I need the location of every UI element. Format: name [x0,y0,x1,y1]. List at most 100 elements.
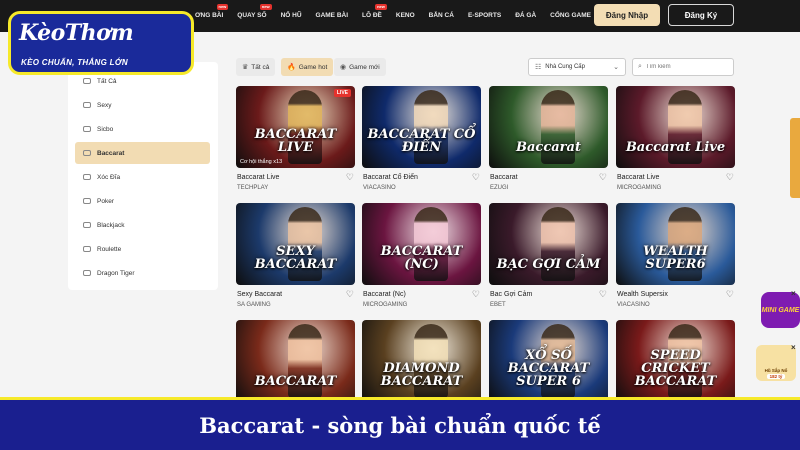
promo-side-tab[interactable] [790,118,800,198]
game-name: Baccarat Live [617,174,660,181]
game-art-title: DIAMOND BACCARAT [380,361,463,389]
sidebar-item-label: Blackjack [97,221,125,229]
game-name: Wealth Supersix [617,291,668,298]
game-thumbnail[interactable]: Baccarat [489,86,608,168]
game-art-title: WEALTH SUPER6 [643,244,708,272]
game-card[interactable]: Baccarat Baccarat EZUGI ♡ [489,86,608,191]
close-icon[interactable]: × [791,289,796,298]
sidebar-item-label: Sicbo [97,125,114,133]
chevron-down-icon: ⌄ [613,64,619,71]
register-button[interactable]: Đăng Ký [668,4,734,26]
game-art-title: SEXY BACCARAT [254,244,337,272]
game-card[interactable]: SEXY BACCARAT Sexy Baccarat SA GAMING ♡ [236,203,355,308]
game-provider: MICROGAMING [617,185,662,191]
game-thumbnail[interactable]: BẠC GỢI CẢM [489,203,608,285]
nav-item-label: NỔ HŨ [280,12,302,19]
nav-item[interactable]: GAME BÀI [309,0,356,32]
sidebar-item-label: Dragon Tiger [97,269,135,277]
nav-item[interactable]: BẮN CÁ [422,0,461,32]
nav-item[interactable]: ƠNG BÀI new [188,0,230,32]
main-nav: ƠNG BÀI new QUAY SỐ new NỔ HŨ GAME BÀI LÔ ĐỀ ne… [188,0,653,32]
game-card[interactable]: Baccarat Live Baccarat Live MICROGAMING ♡ [616,86,735,191]
banner-text: Baccarat - sòng bài chuẩn quốc tế [199,412,601,438]
sidebar-item[interactable]: Roulette [75,238,210,260]
game-card[interactable]: XỔ SỐ BACCARAT SUPER 6 [489,320,608,402]
filter-chip[interactable]: ♛ Tất cả [236,58,276,76]
sidebar-item[interactable]: Dragon Tiger [75,262,210,284]
new-icon: ◉ [340,64,347,71]
nav-item[interactable]: CỔNG GAME [543,0,598,32]
sidebar-item[interactable]: Poker [75,190,210,212]
game-thumbnail[interactable]: SEXY BACCARAT [236,203,355,285]
favorite-heart-icon[interactable]: ♡ [599,172,607,183]
game-thumbnail[interactable]: Baccarat Live [616,86,735,168]
sidebar-item[interactable]: Xóc Đĩa [75,166,210,188]
new-badge: new [259,4,272,10]
sidebar-item[interactable]: Sicbo [75,118,210,140]
game-card[interactable]: BACCARAT LIVE LIVE Cơ hội thắng x13 Baccara… [236,86,355,191]
game-provider: EZUGI [490,185,509,191]
game-thumbnail[interactable]: BACCARAT CỔ ĐIỂN [362,86,481,168]
favorite-heart-icon[interactable]: ♡ [472,289,480,300]
game-name: Baccarat (Nc) [363,291,406,298]
login-button[interactable]: Đăng Nhập [594,4,660,26]
game-card[interactable]: BACCARAT (NC) Baccarat (Nc) MICROGAMING ♡ [362,203,481,308]
sidebar-item-label: Baccarat [97,149,125,157]
game-card[interactable]: SPEED CRICKET BACCARAT [616,320,735,402]
filter-chip[interactable]: 🔥 Game hot [281,58,334,76]
game-card[interactable]: BACCARAT CỔ ĐIỂN Baccarat Cổ Điển VIACASIN… [362,86,481,191]
search-input[interactable] [645,64,726,70]
nav-item[interactable]: E-SPORTS [461,0,508,32]
logo-tagline: KÈO CHUẨN, THẮNG LỚN [21,58,128,67]
game-card[interactable]: DIAMOND BACCARAT [362,320,481,402]
favorite-heart-icon[interactable]: ♡ [472,172,480,183]
game-card[interactable]: BACCARAT [236,320,355,402]
fire-icon: 🔥 [287,64,296,71]
game-card[interactable]: BẠC GỢI CẢM Bac Gợi Cảm EBET ♡ [489,203,608,308]
nav-item[interactable]: NỔ HŨ [274,0,309,32]
game-thumbnail[interactable]: SPEED CRICKET BACCARAT [616,320,735,402]
jackpot-widget[interactable]: Hũ Sắp Nổ 182 tỷ [756,345,796,381]
game-provider: EBET [490,302,506,308]
favorite-heart-icon[interactable]: ♡ [346,289,354,300]
game-thumbnail[interactable]: XỔ SỐ BACCARAT SUPER 6 [489,320,608,402]
provider-icon: ☷ [535,64,542,71]
game-art-title: BACCARAT LIVE [254,127,337,155]
brand-logo[interactable]: KèoThơm KÈO CHUẨN, THẮNG LỚN [8,11,194,75]
sidebar-item[interactable]: Baccarat [75,142,210,164]
close-icon[interactable]: × [791,343,796,352]
game-provider: VIACASINO [617,302,650,308]
game-thumbnail[interactable]: DIAMOND BACCARAT [362,320,481,402]
sidebar-item-label: Poker [97,197,114,205]
nav-item[interactable]: ĐÁ GÀ [508,0,543,32]
filter-chip-label: Game hot [298,63,328,71]
nav-item-label: KENO [395,12,415,19]
game-thumbnail[interactable]: BACCARAT [236,320,355,402]
game-provider: VIACASINO [363,185,396,191]
favorite-heart-icon[interactable]: ♡ [726,172,734,183]
nav-item[interactable]: LÔ ĐỀ new [355,0,389,32]
favorite-heart-icon[interactable]: ♡ [346,172,354,183]
favorite-heart-icon[interactable]: ♡ [726,289,734,300]
provider-select[interactable]: ☷ Nhà Cung Cấp ⌄ [528,58,626,76]
nav-item[interactable]: KENO [389,0,422,32]
nav-item[interactable]: QUAY SỐ new [230,0,273,32]
nav-item-label: E-SPORTS [467,12,502,19]
game-thumbnail[interactable]: BACCARAT (NC) [362,203,481,285]
filter-chip[interactable]: ◉ Game mới [334,58,386,76]
game-card[interactable]: WEALTH SUPER6 Wealth Supersix VIACASINO ♡ [616,203,735,308]
game-art-title: BACCARAT (NC) [380,244,463,272]
sidebar-item-label: Roulette [97,245,122,253]
favorite-heart-icon[interactable]: ♡ [599,289,607,300]
nav-item-label: QUAY SỐ [237,12,267,19]
sidebar-item[interactable]: Blackjack [75,214,210,236]
search-box[interactable]: ⌕ [632,58,734,76]
sidebar-item-label: Tất Cả [97,77,117,85]
nav-item-label: ƠNG BÀI [195,12,224,19]
sidebar-item[interactable]: Sexy [75,94,210,116]
jackpot-label: Hũ Sắp Nổ [764,368,788,373]
nav-item-label: BẮN CÁ [428,12,454,19]
game-name: Baccarat [490,174,518,181]
game-thumbnail[interactable]: BACCARAT LIVE LIVE Cơ hội thắng x13 [236,86,355,168]
game-thumbnail[interactable]: WEALTH SUPER6 [616,203,735,285]
